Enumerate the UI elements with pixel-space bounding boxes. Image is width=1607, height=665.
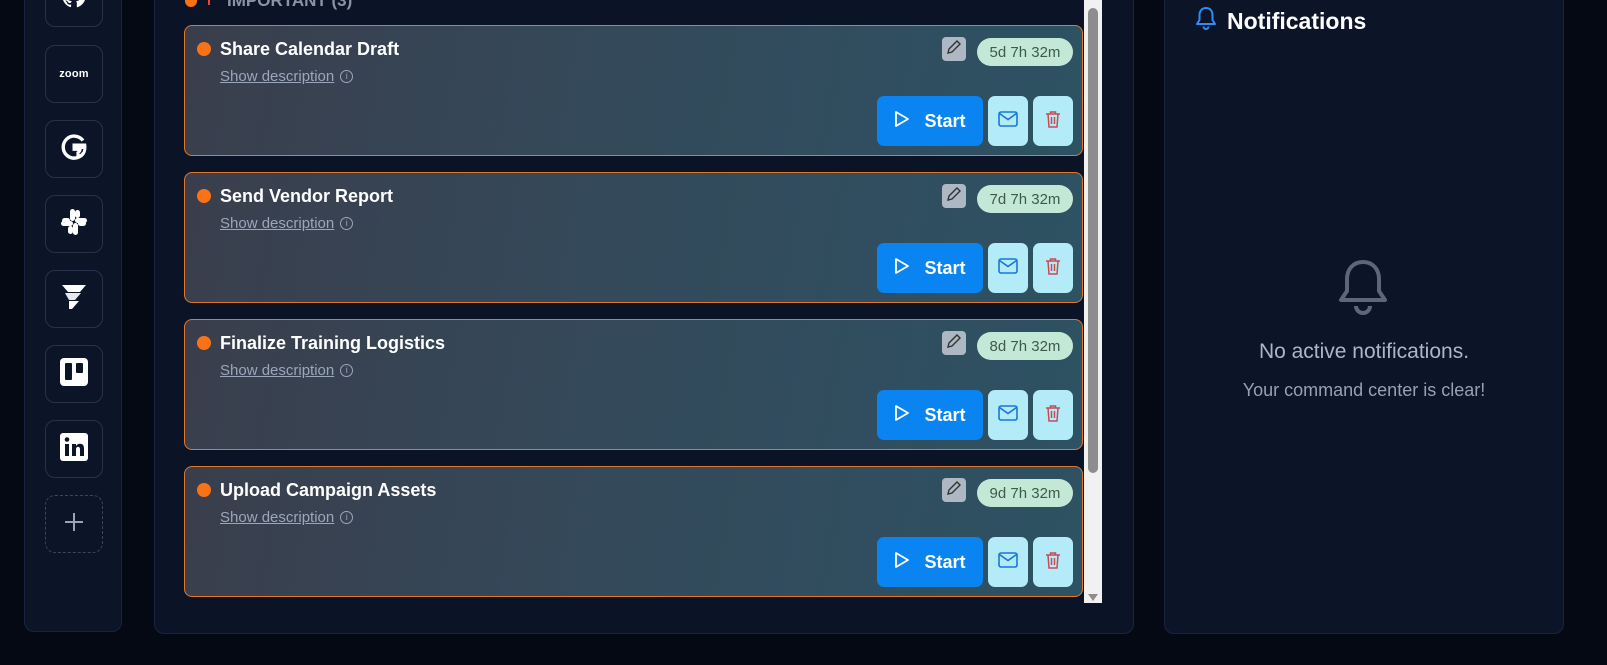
mail-icon — [998, 551, 1018, 573]
slack-icon — [59, 207, 89, 242]
start-label: Start — [924, 404, 966, 425]
trash-icon — [1045, 404, 1061, 427]
edit-button[interactable] — [942, 37, 966, 61]
play-icon — [894, 404, 910, 427]
add-app-button[interactable] — [45, 495, 103, 553]
info-icon: i — [340, 364, 354, 377]
edit-button[interactable] — [942, 478, 966, 502]
info-icon: i — [340, 70, 354, 83]
start-button[interactable]: Start — [877, 243, 983, 293]
timer-badge: 5d 7h 32m — [977, 38, 1073, 66]
empty-bell-icon — [1337, 258, 1389, 321]
task-title: Send Vendor Report — [220, 186, 394, 206]
mail-icon — [998, 257, 1018, 279]
trash-icon — [1045, 257, 1061, 280]
jira-icon — [59, 282, 89, 317]
show-description-label: Show description — [220, 68, 335, 85]
start-label: Start — [924, 551, 966, 572]
add-icon — [63, 511, 85, 538]
timer-badge: 9d 7h 32m — [977, 479, 1073, 507]
start-button[interactable]: Start — [877, 96, 983, 146]
task-list-scrollbar[interactable] — [1084, 0, 1102, 603]
info-icon: i — [340, 511, 354, 524]
mail-icon — [998, 404, 1018, 426]
zoom-icon: zoom — [59, 68, 89, 80]
delete-button[interactable] — [1033, 537, 1073, 587]
priority-dot — [197, 336, 211, 350]
scrollbar-thumb[interactable] — [1088, 8, 1098, 473]
task-card: Send Vendor Report Show description i 7d… — [184, 172, 1083, 303]
notifications-title: Notifications — [1227, 7, 1367, 34]
empty-state-title: No active notifications. — [1258, 340, 1470, 363]
start-label: Start — [924, 257, 966, 278]
email-button[interactable] — [988, 390, 1028, 440]
github-icon — [60, 0, 88, 15]
linkedin-button[interactable] — [45, 420, 103, 478]
trello-icon — [59, 357, 89, 392]
linkedin-icon — [59, 432, 89, 467]
show-description-label: Show description — [220, 509, 335, 526]
email-button[interactable] — [988, 243, 1028, 293]
task-card: Upload Campaign Assets Show description … — [184, 466, 1083, 597]
start-label: Start — [924, 110, 966, 131]
task-title: Share Calendar Draft — [220, 39, 400, 59]
show-description-link[interactable]: Show description i — [220, 215, 354, 232]
edit-button[interactable] — [942, 184, 966, 208]
priority-dot — [197, 483, 211, 497]
slack-button[interactable] — [45, 195, 103, 253]
trello-button[interactable] — [45, 345, 103, 403]
pencil-icon — [945, 332, 963, 355]
show-description-link[interactable]: Show description i — [220, 68, 354, 85]
play-icon — [894, 551, 910, 574]
empty-state-subtitle: Your command center is clear! — [1242, 380, 1486, 400]
info-icon: i — [340, 217, 354, 230]
mail-icon — [998, 110, 1018, 132]
priority-dot — [197, 42, 211, 56]
email-button[interactable] — [988, 537, 1028, 587]
task-card: Finalize Training Logistics Show descrip… — [184, 319, 1083, 450]
start-button[interactable]: Start — [877, 390, 983, 440]
github-button[interactable] — [45, 0, 103, 27]
show-description-link[interactable]: Show description i — [220, 362, 354, 379]
bell-icon — [1195, 6, 1217, 36]
play-icon — [894, 110, 910, 133]
email-button[interactable] — [988, 96, 1028, 146]
google-icon — [58, 131, 90, 168]
task-title: Upload Campaign Assets — [220, 480, 437, 500]
task-card: Share Calendar Draft Show description i … — [184, 25, 1083, 156]
timer-badge: 8d 7h 32m — [977, 332, 1073, 360]
google-button[interactable] — [45, 120, 103, 178]
jira-button[interactable] — [45, 270, 103, 328]
trash-icon — [1045, 551, 1061, 574]
notifications-header: Notifications — [1195, 6, 1366, 36]
priority-dot — [197, 189, 211, 203]
pencil-icon — [945, 38, 963, 61]
show-description-label: Show description — [220, 215, 335, 232]
edit-button[interactable] — [942, 331, 966, 355]
timer-badge: 7d 7h 32m — [977, 185, 1073, 213]
show-description-label: Show description — [220, 362, 335, 379]
pencil-icon — [945, 479, 963, 502]
zoom-button[interactable]: zoom — [45, 45, 103, 103]
scroll-down-arrow-icon[interactable] — [1088, 594, 1098, 601]
play-icon — [894, 257, 910, 280]
delete-button[interactable] — [1033, 390, 1073, 440]
delete-button[interactable] — [1033, 96, 1073, 146]
delete-button[interactable] — [1033, 243, 1073, 293]
task-title: Finalize Training Logistics — [220, 333, 446, 353]
trash-icon — [1045, 110, 1061, 133]
start-button[interactable]: Start — [877, 537, 983, 587]
app-sidebar: zoom — [24, 0, 122, 632]
show-description-link[interactable]: Show description i — [220, 509, 354, 526]
pencil-icon — [945, 185, 963, 208]
task-list: Share Calendar Draft Show description i … — [184, 0, 1102, 603]
